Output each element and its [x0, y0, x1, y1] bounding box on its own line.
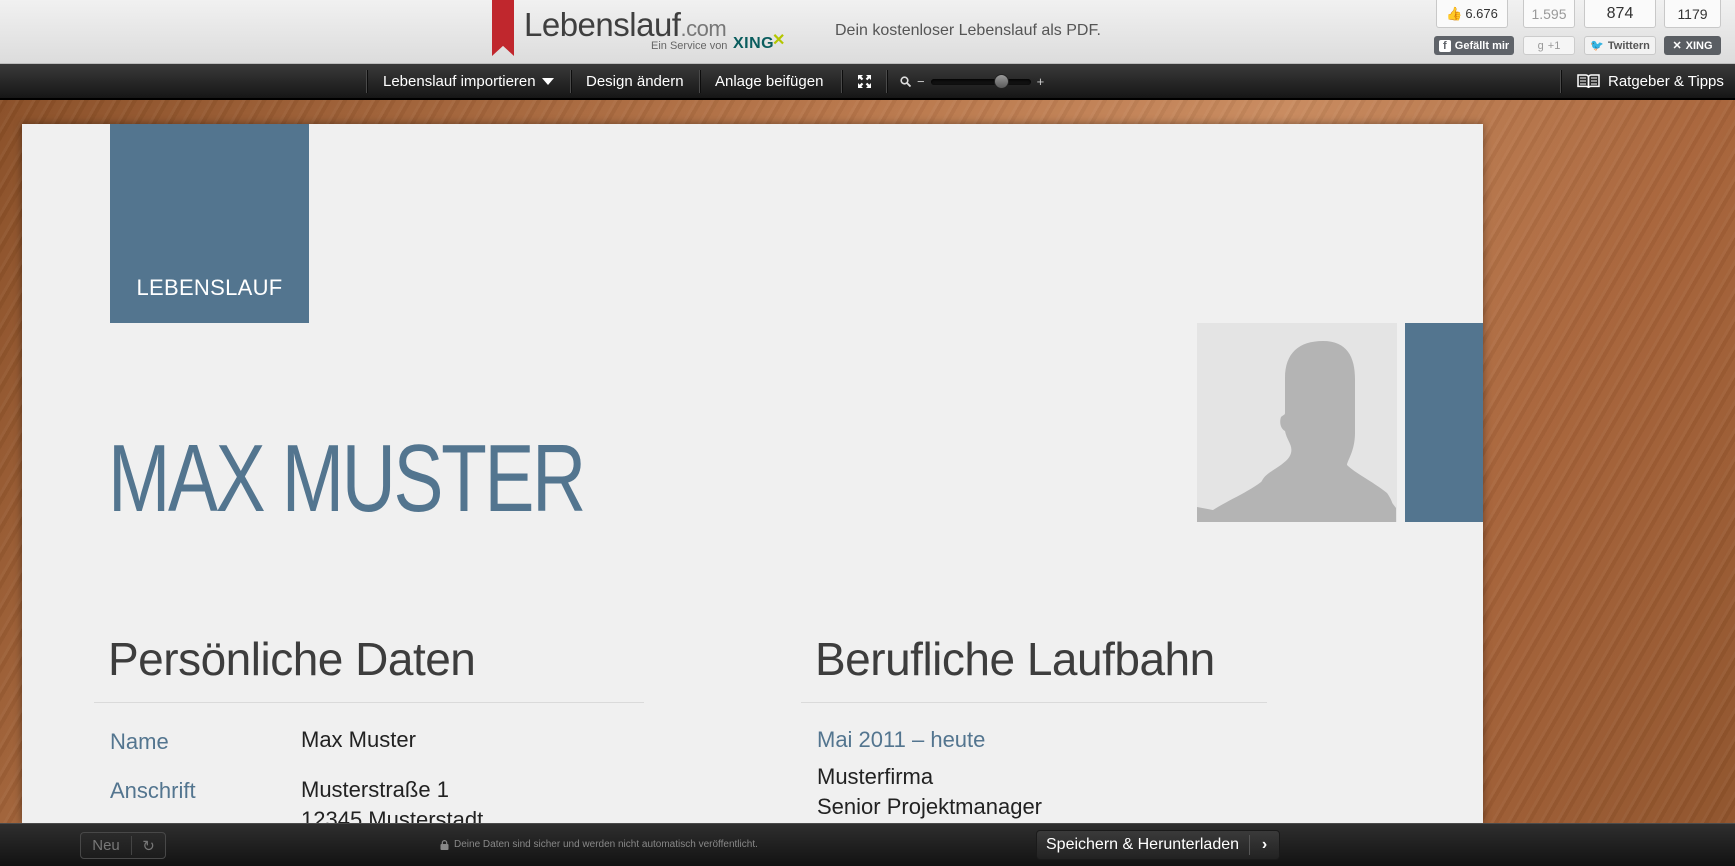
fullscreen-icon[interactable]	[858, 64, 874, 99]
facebook-like-count: 👍 6.676	[1436, 0, 1508, 28]
toolbar-divider	[886, 70, 887, 93]
chevron-right-icon: ›	[1261, 836, 1268, 853]
chevron-down-icon	[541, 78, 554, 85]
toolbar-divider	[699, 70, 700, 93]
editor-toolbar: Lebenslauf importieren Design ändern Anl…	[0, 64, 1735, 99]
xing-button[interactable]: ✕ XING	[1664, 36, 1721, 55]
field-label-address: Anschrift	[110, 778, 196, 803]
career-role: Senior Projektmanager	[817, 794, 1043, 819]
twitter-share: 874 🐦 Twittern	[1584, 0, 1656, 58]
twitter-bird-icon: 🐦	[1590, 40, 1604, 52]
career-entry[interactable]: Musterfirma Senior Projektmanager	[817, 762, 1042, 822]
add-attachment-button[interactable]: Anlage beifügen	[715, 64, 823, 99]
tagline: Dein kostenloser Lebenslauf als PDF.	[835, 22, 1101, 39]
new-cv-button[interactable]: Neu ↻	[80, 832, 166, 859]
field-value-address[interactable]: Musterstraße 1 12345 Musterstadt	[301, 775, 483, 824]
googleplus-share: 1.595 g +1	[1523, 0, 1575, 58]
save-download-button[interactable]: Speichern & Herunterladen ›	[1036, 830, 1280, 860]
zoom-slider-handle[interactable]	[994, 73, 1010, 89]
section-divider	[801, 702, 1267, 703]
career-heading[interactable]: Berufliche Laufbahn	[815, 632, 1215, 686]
logo-tld: .com	[680, 16, 727, 41]
service-text: Ein Service von	[651, 40, 728, 52]
xing-mark-icon: ✕	[772, 32, 786, 49]
refresh-icon[interactable]: ↻	[132, 837, 165, 855]
career-company: Musterfirma	[817, 764, 934, 789]
toolbar-divider	[1560, 70, 1561, 93]
googleplus-count: 1.595	[1523, 0, 1575, 28]
section-divider	[94, 702, 644, 703]
bookmark-ribbon-icon	[492, 0, 514, 56]
footer-bar: Neu ↻ Deine Daten sind sicher und werden…	[0, 823, 1735, 866]
guide-tips-button[interactable]: Ratgeber & Tipps	[1577, 64, 1724, 99]
xing-count: 1179	[1664, 0, 1721, 28]
cv-title-badge[interactable]: LEBENSLAUF	[110, 124, 309, 323]
twitter-count: 874	[1584, 0, 1656, 28]
xing-icon: ✕	[1672, 40, 1682, 52]
change-design-button[interactable]: Design ändern	[586, 64, 684, 99]
field-value-name[interactable]: Max Muster	[301, 725, 416, 755]
field-label-name: Name	[110, 729, 169, 754]
magnifier-icon	[900, 76, 911, 87]
brand-bar: Lebenslauf.com Ein Service von XING ✕ De…	[0, 0, 1735, 64]
zoom-in-button[interactable]: +	[1037, 74, 1045, 89]
import-cv-menu[interactable]: Lebenslauf importieren	[383, 64, 554, 99]
open-book-icon	[1577, 74, 1600, 89]
zoom-control: − +	[900, 64, 1044, 99]
profile-photo[interactable]	[1197, 323, 1397, 522]
cv-document: LEBENSLAUF MAX MUSTER Persönliche Daten …	[22, 124, 1483, 824]
photo-accent-block	[1405, 323, 1483, 522]
career-period[interactable]: Mai 2011 – heute	[817, 727, 985, 753]
zoom-out-button[interactable]: −	[917, 74, 925, 89]
toolbar-divider	[366, 70, 367, 93]
expand-arrows-icon	[858, 75, 871, 88]
googleplus-icon: g	[1537, 39, 1544, 52]
privacy-notice: Deine Daten sind sicher und werden nicht…	[440, 839, 758, 850]
toolbar-divider	[570, 70, 571, 93]
thumbs-up-icon: 👍	[1446, 5, 1463, 21]
xing-logo: XING	[733, 35, 775, 52]
personal-data-heading[interactable]: Persönliche Daten	[108, 632, 476, 686]
site-logo[interactable]: Lebenslauf.com	[524, 6, 727, 44]
avatar-silhouette-icon	[1197, 341, 1396, 522]
logo-main: Lebenslauf	[524, 6, 681, 43]
zoom-slider[interactable]	[930, 73, 1031, 89]
xing-share: 1179 ✕ XING	[1664, 0, 1721, 58]
facebook-like: 👍 6.676 f Gefällt mir	[1434, 0, 1514, 58]
googleplus-button[interactable]: g +1	[1523, 36, 1575, 55]
twitter-button[interactable]: 🐦 Twittern	[1584, 36, 1656, 55]
facebook-icon: f	[1438, 39, 1451, 52]
toolbar-divider	[841, 70, 842, 93]
lock-icon	[440, 839, 449, 850]
cv-full-name[interactable]: MAX MUSTER	[108, 424, 586, 534]
facebook-like-button[interactable]: f Gefällt mir	[1434, 36, 1514, 55]
